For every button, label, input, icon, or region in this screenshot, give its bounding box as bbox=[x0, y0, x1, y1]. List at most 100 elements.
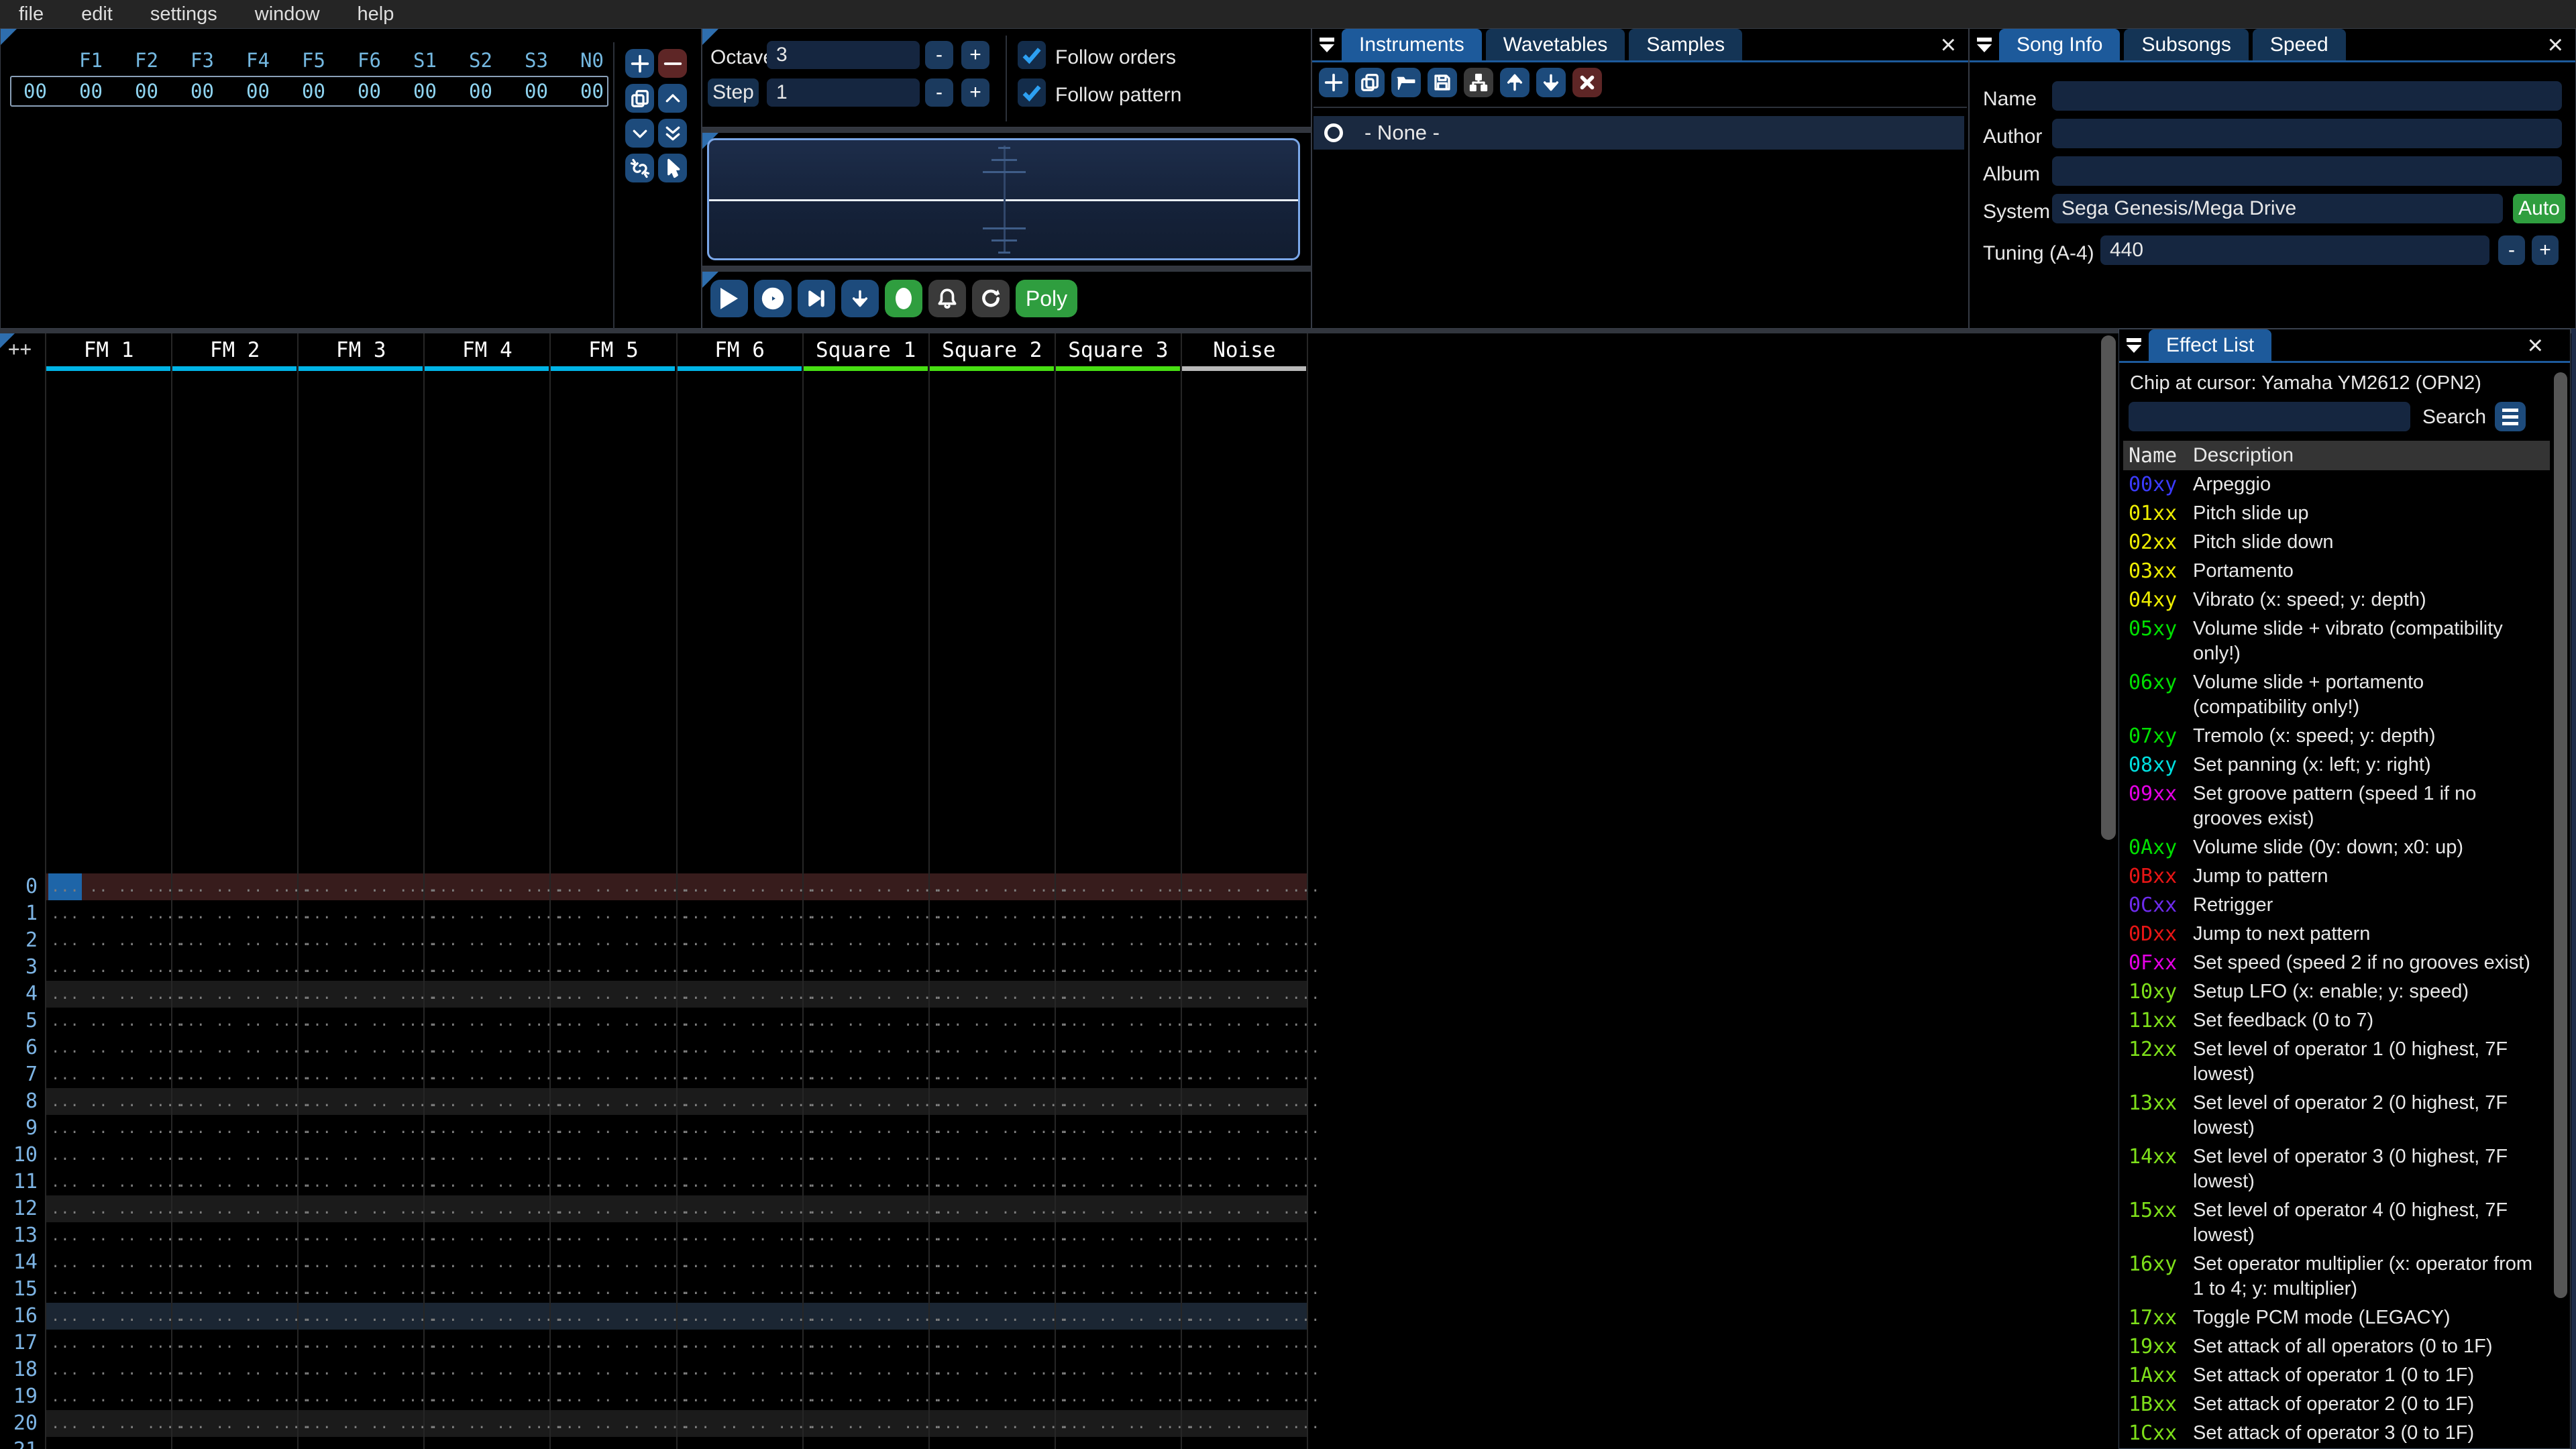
pattern-cell[interactable]: ... .. .. .... bbox=[929, 1330, 1067, 1358]
effect-row[interactable]: 12xx Set level of operator 1 (0 highest, … bbox=[2123, 1035, 2553, 1089]
album-field[interactable] bbox=[2052, 156, 2562, 186]
pattern-cell[interactable]: ... .. .. .... bbox=[677, 1008, 815, 1036]
pattern-cell[interactable]: ... .. .. .... bbox=[172, 1410, 310, 1438]
pattern-cell[interactable]: ... .. .. .... bbox=[677, 1303, 815, 1331]
toggle-folders-button[interactable] bbox=[1464, 68, 1493, 97]
pattern-cell[interactable]: ... .. .. .... bbox=[424, 1142, 562, 1170]
pattern-row[interactable]: 12... .. .. ....... .. .. ....... .. .. … bbox=[0, 1195, 2097, 1222]
tab-subsongs[interactable]: Subsongs bbox=[2124, 29, 2249, 60]
pattern-cell[interactable]: ... .. .. .... bbox=[172, 1383, 310, 1411]
pattern-cell[interactable]: ... .. .. .... bbox=[803, 1356, 941, 1385]
tuning-input[interactable]: 440 bbox=[2100, 235, 2489, 265]
order-cell[interactable]: 00 bbox=[341, 80, 397, 103]
step-input[interactable]: 1 bbox=[767, 78, 920, 107]
channel-activity-bar[interactable] bbox=[677, 366, 802, 371]
pattern-cell[interactable]: ... .. .. .... bbox=[1181, 1249, 1320, 1277]
effect-row[interactable]: 1Bxx Set attack of operator 2 (0 to 1F) bbox=[2123, 1390, 2553, 1419]
pattern-cell[interactable]: ... .. .. .... bbox=[172, 981, 310, 1009]
effect-row[interactable]: 1Cxx Set attack of operator 3 (0 to 1F) bbox=[2123, 1419, 2553, 1448]
pattern-cell[interactable]: ... .. .. .... bbox=[172, 1330, 310, 1358]
channel-activity-bar[interactable] bbox=[425, 366, 549, 371]
pattern-cell[interactable]: ... .. .. .... bbox=[803, 1303, 941, 1331]
pattern-cell[interactable]: ... .. .. .... bbox=[929, 1169, 1067, 1197]
pattern-cell[interactable]: ... .. .. .... bbox=[172, 1276, 310, 1304]
effect-row[interactable]: 07xy Tremolo (x: speed; y: depth) bbox=[2123, 722, 2553, 751]
pattern-row[interactable]: 5... .. .. ....... .. .. ....... .. .. .… bbox=[0, 1008, 2097, 1034]
metronome-button[interactable] bbox=[928, 280, 966, 317]
effect-row[interactable]: 03xx Portamento bbox=[2123, 557, 2553, 586]
pattern-row[interactable]: 21... .. .. ....... .. .. ....... .. .. … bbox=[0, 1437, 2097, 1449]
auto-system-button[interactable]: Auto bbox=[2513, 194, 2565, 223]
menu-help[interactable]: help bbox=[358, 3, 394, 25]
pattern-cell[interactable]: ... .. .. .... bbox=[298, 1195, 436, 1224]
pattern-cell[interactable]: ... .. .. .... bbox=[298, 1410, 436, 1438]
hamburger-menu-icon[interactable] bbox=[2495, 402, 2526, 431]
pattern-cell[interactable]: ... .. .. .... bbox=[1055, 1169, 1193, 1197]
effect-row[interactable]: 02xx Pitch slide down bbox=[2123, 528, 2553, 557]
effect-row[interactable]: 0Fxx Set speed (speed 2 if no grooves exi… bbox=[2123, 949, 2553, 977]
effect-row[interactable]: 00xy Arpeggio bbox=[2123, 470, 2553, 499]
pattern-cell[interactable]: ... .. .. .... bbox=[803, 1195, 941, 1224]
pattern-cell[interactable]: ... .. .. .... bbox=[929, 1115, 1067, 1143]
channel-activity-bar[interactable] bbox=[172, 366, 297, 371]
pattern-cell[interactable]: ... .. .. .... bbox=[1181, 1410, 1320, 1438]
pattern-row[interactable]: 6... .. .. ....... .. .. ....... .. .. .… bbox=[0, 1034, 2097, 1061]
pattern-cell[interactable]: ... .. .. .... bbox=[550, 1115, 688, 1143]
pattern-cell[interactable]: ... .. .. .... bbox=[677, 1195, 815, 1224]
pattern-cell[interactable]: ... .. .. .... bbox=[1181, 1115, 1320, 1143]
tab-wavetables[interactable]: Wavetables bbox=[1485, 29, 1625, 60]
pattern-cell[interactable]: ... .. .. .... bbox=[1181, 1061, 1320, 1089]
step-label[interactable]: Step bbox=[708, 78, 759, 107]
pattern-row[interactable]: 17... .. .. ....... .. .. ....... .. .. … bbox=[0, 1330, 2097, 1356]
pattern-cell[interactable]: ... .. .. .... bbox=[172, 1088, 310, 1116]
pattern-cell[interactable]: ... .. .. .... bbox=[172, 1195, 310, 1224]
pattern-row[interactable]: 3... .. .. ....... .. .. ....... .. .. .… bbox=[0, 954, 2097, 981]
menu-settings[interactable]: settings bbox=[150, 3, 217, 25]
pattern-cell[interactable]: ... .. .. .... bbox=[677, 1034, 815, 1063]
tab-song-info[interactable]: Song Info bbox=[1999, 29, 2121, 60]
pattern-cell[interactable]: ... .. .. .... bbox=[803, 954, 941, 982]
pattern-cell[interactable]: ... .. .. .... bbox=[172, 1437, 310, 1449]
menu-file[interactable]: file bbox=[19, 3, 44, 25]
pattern-cell[interactable]: ... .. .. .... bbox=[1181, 1222, 1320, 1250]
pattern-cell[interactable]: ... .. .. .... bbox=[677, 1249, 815, 1277]
oscilloscope[interactable] bbox=[707, 138, 1300, 260]
pattern-cell[interactable]: ... .. .. .... bbox=[929, 981, 1067, 1009]
pattern-cell[interactable]: ... .. .. .... bbox=[298, 927, 436, 955]
pattern-cell[interactable]: ... .. .. .... bbox=[424, 1249, 562, 1277]
order-cell[interactable]: 00 bbox=[174, 80, 230, 103]
channel-activity-bar[interactable] bbox=[1181, 366, 1306, 371]
pattern-cell[interactable]: ... .. .. .... bbox=[46, 1276, 184, 1304]
pattern-cell[interactable]: ... .. .. .... bbox=[929, 1008, 1067, 1036]
pattern-cell[interactable]: ... .. .. .... bbox=[424, 1195, 562, 1224]
order-cell[interactable]: 00 bbox=[397, 80, 453, 103]
pattern-cell[interactable]: ... .. .. .... bbox=[929, 1034, 1067, 1063]
pattern-cell[interactable]: ... .. .. .... bbox=[929, 1088, 1067, 1116]
pattern-cell[interactable]: ... .. .. .... bbox=[929, 1303, 1067, 1331]
pattern-cell[interactable]: ... .. .. .... bbox=[46, 1061, 184, 1089]
channel-activity-bar[interactable] bbox=[803, 366, 928, 371]
pattern-cell[interactable]: ... .. .. .... bbox=[1055, 1249, 1193, 1277]
pattern-cell[interactable]: ... .. .. .... bbox=[929, 1249, 1067, 1277]
move-instrument-up-button[interactable] bbox=[1500, 68, 1529, 97]
channel-header-noise[interactable]: Noise bbox=[1181, 333, 1307, 366]
pattern-cell[interactable]: ... .. .. .... bbox=[46, 1169, 184, 1197]
pattern-cell[interactable]: ... .. .. .... bbox=[172, 1061, 310, 1089]
pattern-cell[interactable]: ... .. .. .... bbox=[298, 1061, 436, 1089]
pattern-cell[interactable]: ... .. .. .... bbox=[550, 927, 688, 955]
effect-row[interactable]: 01xx Pitch slide up bbox=[2123, 499, 2553, 528]
tab-list-icon[interactable] bbox=[1312, 29, 1342, 60]
pattern-cell[interactable]: ... .. .. .... bbox=[424, 1437, 562, 1449]
pattern-cell[interactable]: ... .. .. .... bbox=[46, 1437, 184, 1449]
close-icon[interactable]: × bbox=[2528, 331, 2543, 360]
pattern-row[interactable]: 7... .. .. ....... .. .. ....... .. .. .… bbox=[0, 1061, 2097, 1088]
pattern-cell[interactable]: ... .. .. .... bbox=[929, 1061, 1067, 1089]
pattern-cell[interactable]: ... .. .. .... bbox=[424, 1410, 562, 1438]
pattern-cell[interactable]: ... .. .. .... bbox=[677, 900, 815, 928]
pattern-cell[interactable]: ... .. .. .... bbox=[550, 1222, 688, 1250]
remove-order-button[interactable] bbox=[658, 49, 687, 78]
pattern-cell[interactable]: ... .. .. .... bbox=[677, 873, 815, 902]
pattern-cell[interactable]: ... .. .. .... bbox=[550, 1034, 688, 1063]
pattern-cell[interactable]: ... .. .. .... bbox=[298, 1330, 436, 1358]
pattern-cell[interactable]: ... .. .. .... bbox=[803, 1437, 941, 1449]
